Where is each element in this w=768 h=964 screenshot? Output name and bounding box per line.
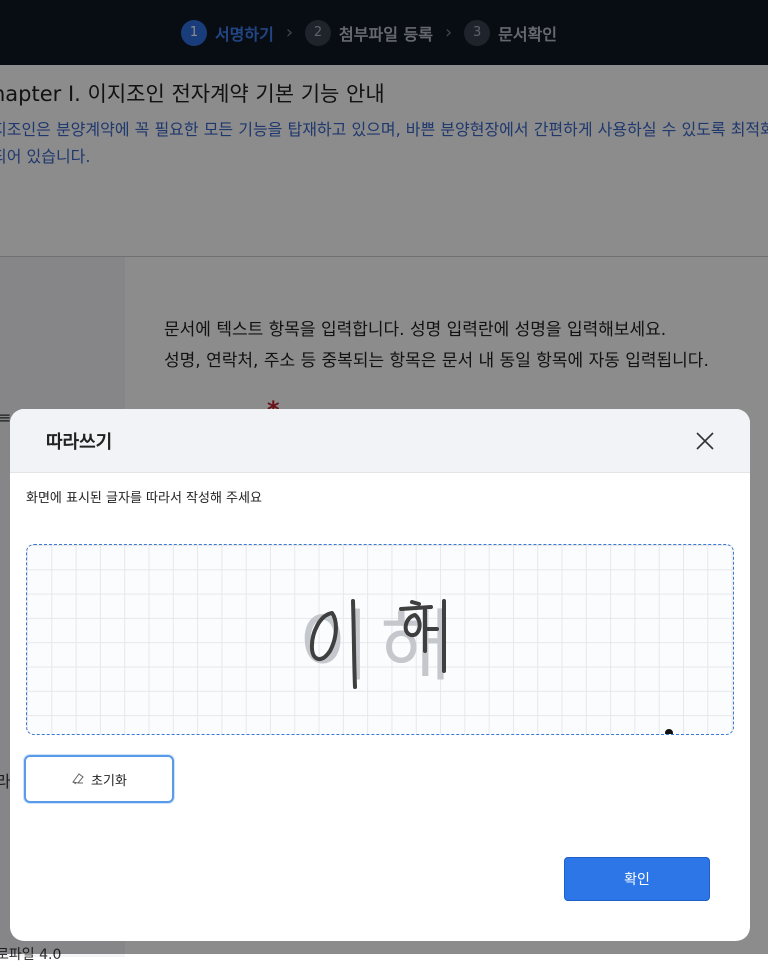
handwriting-stroke — [309, 599, 447, 689]
signature-pad[interactable]: 이해 — [26, 544, 734, 735]
dialog-instruction: 화면에 표시된 글자를 따라서 작성해 주세요 — [26, 491, 262, 506]
dialog-header: 따라쓰기 — [10, 409, 750, 473]
close-icon[interactable] — [694, 430, 716, 452]
reset-button[interactable]: 초기화 — [24, 755, 174, 803]
eraser-icon — [71, 770, 85, 789]
confirm-button[interactable]: 확인 — [564, 857, 710, 901]
trace-writing-dialog: 따라쓰기 화면에 표시된 글자를 따라서 작성해 주세요 이해 초기화 확인 — [10, 409, 750, 941]
dialog-title: 따라쓰기 — [46, 431, 113, 453]
reset-label: 초기화 — [91, 773, 127, 789]
pen-cursor — [665, 729, 673, 734]
